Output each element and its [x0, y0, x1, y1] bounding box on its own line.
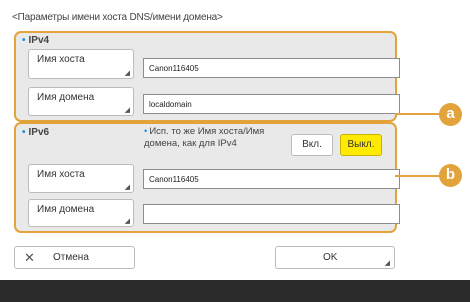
ipv6-section: • IPv6 • Исп. то же Имя хоста/Имя домена, … — [14, 122, 400, 233]
ipv6-host-name-field[interactable]: Canon116405 — [143, 169, 400, 189]
ipv6-section-label: • IPv6 — [22, 127, 50, 138]
ipv6-domain-name-label: Имя домена — [37, 204, 95, 215]
ipv4-section-label: • IPv4 — [22, 35, 50, 46]
bullet-icon: • — [22, 35, 26, 46]
callout-b-badge: b — [439, 164, 462, 187]
corner-arrow-icon: ◢ — [384, 260, 390, 267]
ipv6-host-name-button[interactable]: Имя хоста ◢ — [28, 164, 134, 193]
callout-b-line — [395, 175, 445, 177]
same-as-ipv4-note: • Исп. то же Имя хоста/Имя домена, как дл… — [144, 126, 265, 149]
bullet-icon: • — [22, 127, 26, 138]
ipv4-section: • IPv4 Имя хоста ◢ Canon116405 Имя домена… — [14, 31, 400, 122]
bullet-icon: • — [144, 126, 148, 137]
corner-arrow-icon: ◢ — [124, 70, 130, 77]
footer-bar — [0, 280, 470, 302]
ipv4-host-name-label: Имя хоста — [37, 54, 85, 65]
ipv4-domain-name-button[interactable]: Имя домена ◢ — [28, 87, 134, 116]
ok-button-label: OK — [323, 252, 338, 263]
ok-button[interactable]: OK ◢ — [275, 246, 395, 269]
ipv4-host-name-field[interactable]: Canon116405 — [143, 58, 400, 78]
corner-arrow-icon: ◢ — [124, 107, 130, 114]
off-toggle-button[interactable]: Выкл. — [340, 134, 382, 156]
cancel-button-label: Отмена — [53, 252, 89, 263]
ipv6-domain-name-field[interactable] — [143, 204, 400, 224]
on-toggle-button[interactable]: Вкл. — [291, 134, 333, 156]
ipv4-domain-name-label: Имя домена — [37, 92, 95, 103]
corner-arrow-icon: ◢ — [124, 218, 130, 225]
cancel-button[interactable]: ✕ Отмена — [14, 246, 135, 269]
callout-a-badge: a — [439, 103, 462, 126]
corner-arrow-icon: ◢ — [124, 184, 130, 191]
close-icon: ✕ — [24, 250, 35, 265]
ipv4-domain-name-field[interactable]: localdomain — [143, 94, 400, 114]
callout-a-line — [395, 113, 445, 115]
ipv6-domain-name-button[interactable]: Имя домена ◢ — [28, 199, 134, 227]
page-title: <Параметры имени хоста DNS/имени домена> — [12, 12, 223, 23]
ipv4-host-name-button[interactable]: Имя хоста ◢ — [28, 49, 134, 79]
ipv6-host-name-label: Имя хоста — [37, 169, 85, 180]
